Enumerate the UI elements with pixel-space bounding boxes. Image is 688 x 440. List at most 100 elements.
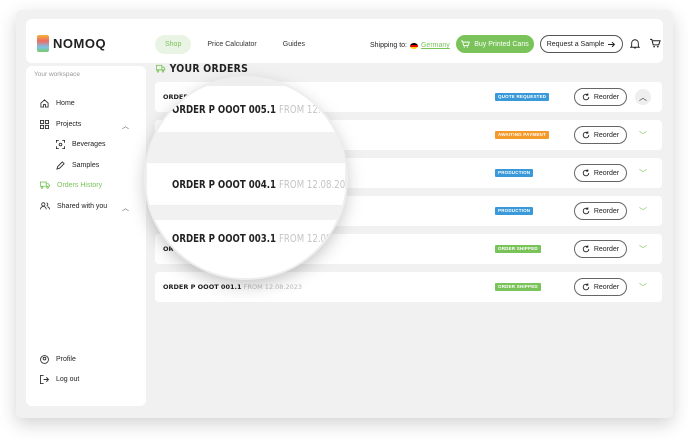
mag-order-title: ORDER P OOOT 003.1 FROM 12.08.2023 — [172, 233, 346, 245]
mag-order-title: ORDER P OOOT 005.1 FROM 12.08.2023 — [172, 104, 346, 116]
chevron-down-icon[interactable]: ﹀ — [635, 203, 651, 219]
reorder-button[interactable]: Reorder — [574, 164, 627, 182]
reorder-button[interactable]: Reorder — [574, 202, 627, 220]
sample-button-label: Request a Sample — [546, 40, 605, 48]
sidebar-item-label: Shared with you — [57, 202, 108, 210]
request-sample-button[interactable]: Request a Sample — [540, 35, 623, 53]
truck-icon — [156, 64, 166, 73]
chevron-down-icon[interactable]: ﹀ — [635, 165, 651, 181]
reorder-label: Reorder — [593, 169, 620, 177]
chevron-up-icon[interactable]: ︿ — [635, 89, 651, 105]
main-nav: Shop Price Calculator Guides — [155, 35, 315, 54]
reorder-button[interactable]: Reorder — [574, 88, 627, 106]
mag-order-date: FROM 12.08.2023 — [278, 104, 346, 116]
shipping-country[interactable]: Germany — [421, 42, 450, 49]
bell-icon[interactable] — [630, 38, 640, 49]
mag-order-number: ORDER P OOOT 003.1 — [172, 233, 276, 245]
status-badge: AWAITING PAYMENT — [495, 131, 549, 139]
sidebar-item-label: Orders History — [57, 181, 103, 189]
mag-order-title: ORDER P OOOT 004.1 FROM 12.08.2023 — [172, 179, 346, 191]
logo[interactable]: NOMOQ — [37, 35, 106, 52]
chevron-down-icon[interactable]: ﹀ — [635, 279, 651, 295]
profile-icon — [40, 355, 49, 364]
sidebar-item-shared[interactable]: Shared with you — [40, 202, 107, 210]
cart-icon — [461, 40, 471, 48]
nav-price-calculator[interactable]: Price Calculator — [197, 35, 266, 54]
refresh-icon — [582, 245, 590, 253]
flag-icon — [409, 42, 418, 49]
arrow-right-icon — [608, 41, 616, 47]
sidebar-item-projects[interactable]: Projects — [40, 120, 81, 129]
sidebar: Your workspace Home Projects ︿ Beverages… — [26, 66, 146, 406]
mag-order-number: ORDER P OOOT 005.1 — [172, 104, 276, 116]
users-icon — [40, 202, 50, 210]
refresh-icon — [582, 283, 590, 291]
sidebar-item-label: Profile — [56, 356, 76, 363]
refresh-icon — [582, 131, 590, 139]
reorder-label: Reorder — [593, 283, 620, 291]
buy-button-label: Buy Printed Cans — [474, 40, 529, 48]
logout-icon — [40, 375, 49, 384]
mag-row: ORDER P OOOT 003.1 FROM 12.08.2023 — [146, 220, 346, 278]
reorder-button[interactable]: Reorder — [574, 240, 627, 258]
cart-header-icon[interactable] — [650, 38, 661, 48]
mag-divider — [146, 132, 346, 162]
status-badge: PRODUCTION — [495, 207, 534, 215]
sidebar-item-profile[interactable]: Profile — [40, 355, 76, 364]
app-window: NOMOQ Shop Price Calculator Guides Shipp… — [16, 10, 673, 418]
order-title: ORDER P OOOT 001.1 FROM 12.08.2023 — [163, 283, 302, 291]
order-date: FROM 12.08.2023 — [243, 283, 303, 291]
truck-icon — [40, 181, 50, 189]
shipping-selector[interactable]: Shipping to: Germany — [370, 42, 450, 49]
top-bar: NOMOQ Shop Price Calculator Guides Shipp… — [26, 19, 663, 63]
nav-guides[interactable]: Guides — [273, 35, 315, 54]
status-badge: PRODUCTION — [495, 169, 534, 177]
sidebar-item-beverages[interactable]: Beverages — [56, 140, 105, 149]
chevron-up-icon[interactable]: ︿ — [122, 121, 129, 131]
status-badge: QUOTE REQUESTED — [495, 93, 550, 101]
chevron-up-icon[interactable]: ︿ — [122, 203, 129, 213]
workspace-label: Your workspace — [34, 71, 81, 78]
mag-row: ORDER P OOOT 004.1 FROM 12.08.2023 — [146, 162, 346, 206]
sidebar-item-label: Projects — [56, 121, 82, 128]
scan-icon — [56, 140, 65, 149]
sidebar-item-label: Log out — [56, 376, 80, 383]
reorder-label: Reorder — [593, 131, 620, 139]
mag-divider — [146, 78, 346, 86]
buy-printed-cans-button[interactable]: Buy Printed Cans — [456, 35, 534, 53]
sidebar-item-label: Beverages — [72, 141, 106, 148]
sidebar-item-home[interactable]: Home — [40, 99, 75, 108]
status-badge: ORDER SHIPPED — [495, 283, 541, 291]
logo-text: NOMOQ — [53, 36, 107, 51]
refresh-icon — [582, 207, 590, 215]
sidebar-item-label: Samples — [72, 162, 100, 169]
sidebar-item-samples[interactable]: Samples — [56, 161, 99, 170]
reorder-label: Reorder — [593, 93, 620, 101]
mag-order-date: FROM 12.08.2023 — [278, 233, 346, 245]
refresh-icon — [582, 169, 590, 177]
chevron-down-icon[interactable]: ﹀ — [635, 241, 651, 257]
page-title: YOUR ORDERS — [156, 62, 248, 75]
chevron-down-icon[interactable]: ﹀ — [635, 127, 651, 143]
shipping-label: Shipping to: — [370, 42, 407, 49]
nav-shop[interactable]: Shop — [155, 35, 192, 54]
magnifier-lens: ORDER P OOOT 005.1 FROM 12.08.2023 ORDER… — [146, 78, 346, 278]
reorder-button[interactable]: Reorder — [574, 126, 627, 144]
mag-divider — [146, 206, 346, 220]
home-icon — [40, 99, 49, 108]
mag-row: ORDER P OOOT 005.1 FROM 12.08.2023 — [146, 86, 346, 132]
reorder-label: Reorder — [593, 245, 620, 253]
refresh-icon — [582, 93, 590, 101]
reorder-label: Reorder — [593, 207, 620, 215]
logo-mark — [37, 35, 49, 52]
sidebar-item-label: Home — [56, 100, 75, 107]
pipette-icon — [56, 161, 65, 170]
order-number: ORDER P OOOT 001.1 — [163, 283, 242, 291]
mag-order-number: ORDER P OOOT 004.1 — [172, 179, 276, 191]
sidebar-item-logout[interactable]: Log out — [40, 375, 79, 384]
mag-order-date: FROM 12.08.2023 — [278, 179, 346, 191]
reorder-button[interactable]: Reorder — [574, 278, 627, 296]
status-badge: ORDER SHIPPED — [495, 245, 541, 253]
sidebar-item-orders-history[interactable]: Orders History — [40, 181, 102, 189]
page-title-text: YOUR ORDERS — [169, 62, 249, 75]
